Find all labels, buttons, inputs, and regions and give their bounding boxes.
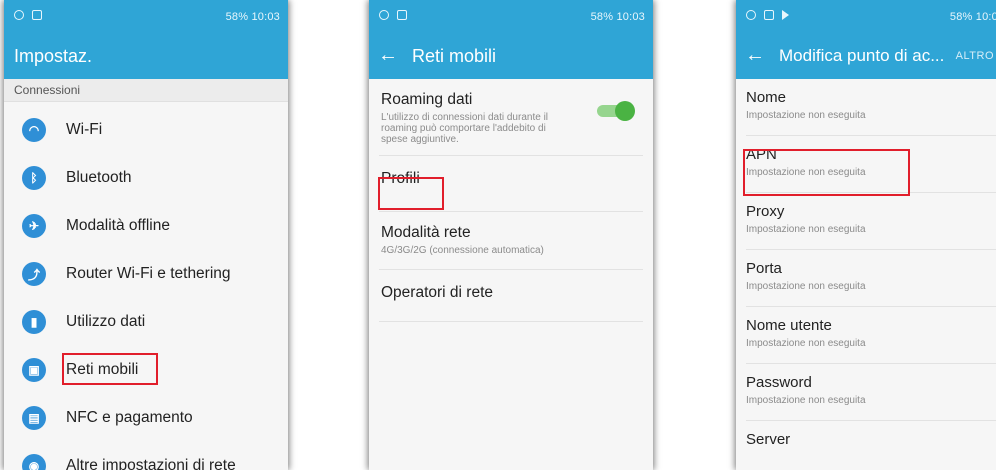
app-bar: Impostaz. — [4, 33, 288, 79]
mobile-networks-screen: 58% 10:03 ← Reti mobili Roaming dati L'u… — [369, 0, 653, 470]
settings-item-nfc[interactable]: ▤ NFC e pagamento — [4, 394, 288, 442]
more-button[interactable]: ALTRO — [956, 50, 994, 62]
data-usage-icon: ▮ — [22, 310, 46, 334]
wifi-icon: ◠ — [22, 118, 46, 142]
airplane-icon: ✈ — [22, 214, 46, 238]
settings-item-tethering[interactable]: ⤴ Router Wi-Fi e tethering — [4, 250, 288, 298]
field-value: Impostazione non eseguita — [746, 281, 866, 292]
settings-item-offline[interactable]: ✈ Modalità offline — [4, 202, 288, 250]
mobile-networks-icon: ▣ — [22, 358, 46, 382]
more-networks-icon: ◉ — [22, 454, 46, 470]
field-title: Server — [746, 431, 791, 448]
settings-item-data-usage[interactable]: ▮ Utilizzo dati — [4, 298, 288, 346]
status-bar-right: 58% 10:03 — [225, 11, 280, 23]
settings-item-more-networks[interactable]: ◉ Altre impostazioni di rete — [4, 442, 288, 470]
list-item-title: Modalità rete — [381, 224, 471, 241]
roaming-dati-item[interactable]: Roaming dati L'utilizzo di connessioni d… — [379, 79, 643, 156]
operatori-rete-item[interactable]: Operatori di rete — [379, 270, 643, 322]
back-arrow-icon[interactable]: ← — [745, 44, 765, 67]
app-bar: ← Reti mobili — [369, 33, 653, 79]
section-header-connessioni: Connessioni — [4, 79, 288, 102]
apn-field-porta[interactable]: Porta Impostazione non eseguita — [746, 250, 996, 307]
settings-item-label: Modalità offline — [66, 217, 170, 234]
field-title: Nome — [746, 89, 787, 106]
back-arrow-icon[interactable]: ← — [378, 44, 398, 67]
status-bar: 58% 10:03 — [369, 0, 653, 33]
toggle-knob — [615, 101, 635, 121]
settings-item-label: Router Wi-Fi e tethering — [66, 265, 231, 282]
field-value: Impostazione non eseguita — [746, 395, 866, 406]
settings-screen: 58% 10:03 Impostaz. Connessioni ◠ Wi-Fi ᛒ… — [4, 0, 288, 470]
highlight-box-reti-mobili — [62, 353, 158, 385]
field-value: Impostazione non eseguita — [746, 110, 866, 121]
status-bar-right: 58% 10:0 — [949, 11, 996, 23]
alarm-icon — [14, 10, 24, 20]
gallery-icon — [397, 10, 407, 20]
gallery-icon — [764, 10, 774, 20]
field-value: Impostazione non eseguita — [746, 224, 866, 235]
page-title: Impostaz. — [14, 46, 93, 66]
nfc-icon: ▤ — [22, 406, 46, 430]
settings-list: ◠ Wi-Fi ᛒ Bluetooth ✈ Modalità offline ⤴ Rou… — [4, 102, 288, 470]
field-title: Nome utente — [746, 317, 832, 334]
status-bar: 58% 10:03 — [4, 0, 288, 33]
alarm-icon — [379, 10, 389, 20]
status-bar-right: 58% 10:03 — [590, 11, 645, 23]
settings-item-wifi[interactable]: ◠ Wi-Fi — [4, 106, 288, 154]
apn-field-proxy[interactable]: Proxy Impostazione non eseguita — [746, 193, 996, 250]
page-title: Modifica punto di ac... — [779, 46, 945, 65]
apn-field-nome-utente[interactable]: Nome utente Impostazione non eseguita — [746, 307, 996, 364]
highlight-box-profili — [378, 177, 444, 210]
apn-field-password[interactable]: Password Impostazione non eseguita — [746, 364, 996, 421]
field-title: Proxy — [746, 203, 785, 220]
highlight-box-apn — [743, 149, 910, 196]
roaming-toggle[interactable] — [597, 101, 635, 121]
settings-item-bluetooth[interactable]: ᛒ Bluetooth — [4, 154, 288, 202]
apn-edit-screen: 58% 10:0 ← Modifica punto di ac... ALTRO… — [736, 0, 996, 470]
settings-item-label: Bluetooth — [66, 169, 132, 186]
field-value: Impostazione non eseguita — [746, 338, 866, 349]
app-bar: ← Modifica punto di ac... ALTRO — [736, 33, 996, 79]
list-item-subtitle: L'utilizzo di connessioni dati durante i… — [381, 112, 549, 145]
field-title: Password — [746, 374, 812, 391]
modalita-rete-item[interactable]: Modalità rete 4G/3G/2G (connessione auto… — [379, 212, 643, 270]
settings-item-label: Utilizzo dati — [66, 313, 146, 330]
settings-item-label: NFC e pagamento — [66, 409, 193, 426]
play-icon — [782, 10, 789, 20]
field-title: Porta — [746, 260, 782, 277]
settings-item-label: Wi-Fi — [66, 121, 103, 138]
settings-item-label: Altre impostazioni di rete — [66, 457, 236, 470]
apn-field-nome[interactable]: Nome Impostazione non eseguita — [746, 79, 996, 136]
list-item-title: Operatori di rete — [381, 284, 493, 301]
status-bar: 58% 10:0 — [736, 0, 996, 33]
bluetooth-icon: ᛒ — [22, 166, 46, 190]
hotspot-icon: ⤴ — [22, 262, 46, 286]
apn-field-server[interactable]: Server — [746, 421, 996, 470]
page-title: Reti mobili — [412, 46, 497, 66]
list-item-subtitle: 4G/3G/2G (connessione automatica) — [381, 245, 544, 256]
gallery-icon — [32, 10, 42, 20]
alarm-icon — [746, 10, 756, 20]
